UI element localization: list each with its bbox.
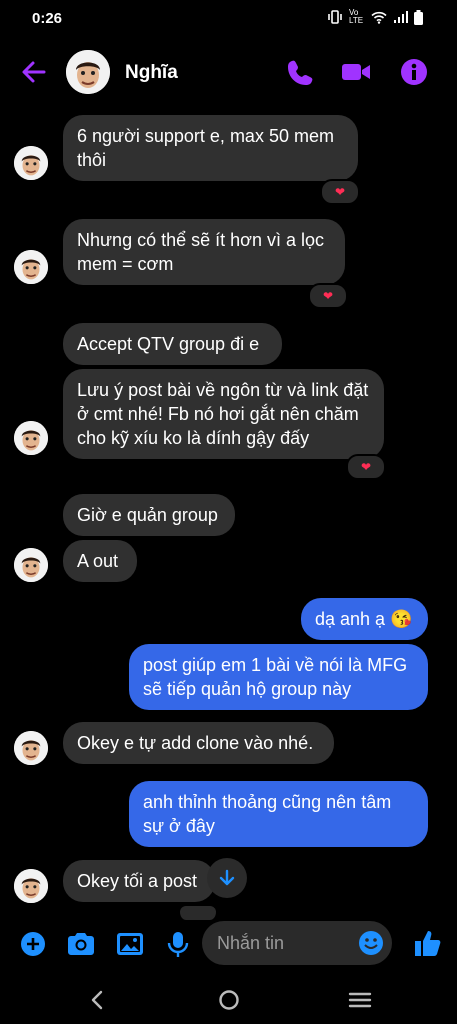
message-bubble-incoming[interactable]: 6 người support e, max 50 mem thôi bbox=[63, 115, 358, 181]
contact-avatar[interactable] bbox=[66, 50, 110, 94]
scroll-to-bottom-button[interactable] bbox=[207, 858, 247, 898]
nav-menu-icon[interactable] bbox=[345, 985, 375, 1015]
image-icon[interactable] bbox=[115, 930, 145, 958]
message-bubble-incoming[interactable]: A out bbox=[63, 540, 137, 582]
message-bubble-outgoing[interactable]: anh thỉnh thoảng cũng nên tâm sự ở đây bbox=[129, 781, 428, 847]
message-bubble-outgoing[interactable]: post giúp em 1 bài về nói là MFG sẽ tiếp… bbox=[129, 644, 428, 710]
vibrate-icon bbox=[328, 10, 342, 24]
sender-avatar[interactable] bbox=[14, 250, 48, 284]
info-icon[interactable] bbox=[399, 58, 429, 86]
thumbs-up-icon[interactable] bbox=[412, 928, 442, 958]
heart-reaction[interactable]: ❤ bbox=[308, 283, 348, 309]
heart-reaction[interactable]: ❤ bbox=[346, 454, 386, 480]
status-icons: Vo LTE bbox=[327, 9, 423, 25]
phone-icon[interactable] bbox=[285, 58, 315, 86]
sender-avatar[interactable] bbox=[14, 421, 48, 455]
video-camera-icon[interactable] bbox=[341, 58, 371, 86]
back-arrow-icon[interactable] bbox=[20, 58, 48, 86]
conversation-header: Nghĩa bbox=[0, 44, 457, 100]
sender-avatar[interactable] bbox=[14, 146, 48, 180]
message-bubble-incoming[interactable]: Nhưng có thể sẽ ít hơn vì a lọc mem = cơ… bbox=[63, 219, 345, 285]
message-bubble-incoming[interactable]: Okey tối a post bbox=[63, 860, 215, 902]
camera-icon[interactable] bbox=[66, 930, 96, 958]
heart-reaction[interactable]: ❤ bbox=[320, 179, 360, 205]
status-bar: 0:26 Vo LTE bbox=[0, 0, 457, 38]
message-bubble-incoming[interactable]: Giờ e quản group bbox=[63, 494, 235, 536]
message-bubble-outgoing[interactable]: dạ anh ạ 😘 bbox=[301, 598, 428, 640]
message-composer bbox=[0, 918, 457, 970]
status-time: 0:26 bbox=[32, 10, 63, 27]
sender-avatar[interactable] bbox=[14, 869, 48, 903]
nav-home-icon[interactable] bbox=[214, 985, 244, 1015]
message-bubble-incoming[interactable]: Lưu ý post bài về ngôn từ và link đặt ở … bbox=[63, 369, 384, 459]
microphone-icon[interactable] bbox=[163, 930, 193, 958]
system-navigation-bar bbox=[0, 975, 457, 1024]
contact-name[interactable]: Nghĩa bbox=[125, 62, 178, 84]
sender-avatar[interactable] bbox=[14, 731, 48, 765]
plus-icon[interactable] bbox=[18, 930, 48, 958]
message-bubble-incoming[interactable]: Accept QTV group đi e bbox=[63, 323, 282, 365]
chevron-down-icon bbox=[219, 869, 235, 886]
emoji-icon[interactable] bbox=[358, 930, 384, 956]
battery-icon bbox=[414, 9, 423, 25]
wifi-icon bbox=[371, 11, 387, 24]
nav-back-icon[interactable] bbox=[83, 985, 113, 1015]
sender-avatar[interactable] bbox=[14, 548, 48, 582]
message-bubble-incoming[interactable]: Okey e tự add clone vào nhé. bbox=[63, 722, 334, 764]
network-label: Vo LTE bbox=[349, 8, 364, 25]
signal-icon bbox=[394, 10, 408, 23]
